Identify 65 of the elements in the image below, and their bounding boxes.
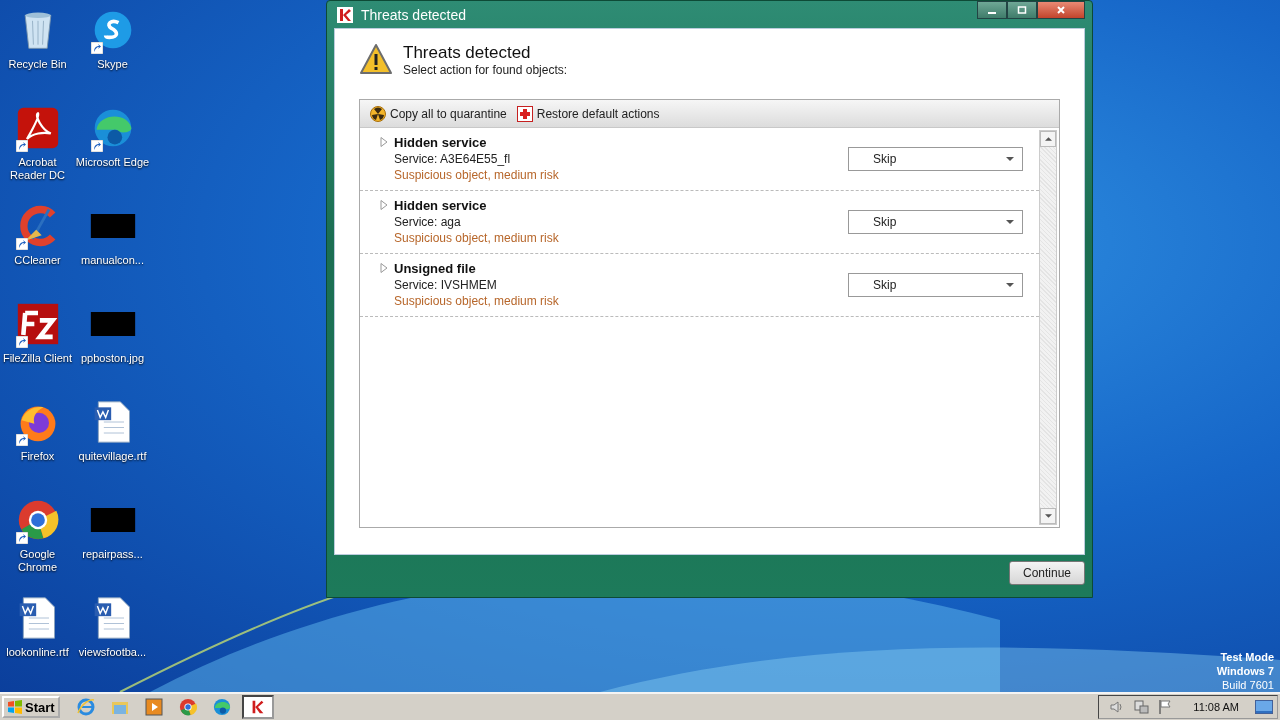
scroll-up-icon [1044, 137, 1052, 141]
action-dropdown[interactable]: Skip [848, 147, 1023, 171]
icon-label: Firefox [20, 450, 55, 463]
caret-icon [1006, 283, 1014, 287]
quarantine-button[interactable]: Copy all to quarantine [370, 105, 507, 122]
play-icon [143, 697, 164, 717]
radiation-icon [370, 105, 386, 122]
icon-label: CCleaner [14, 254, 61, 267]
dialog-heading: Threats detected [403, 43, 532, 63]
chrome-icon [178, 698, 197, 716]
app-logo-icon [337, 6, 353, 23]
warning-icon [359, 43, 393, 77]
icon-label: ppboston.jpg [81, 352, 144, 365]
caret-icon [1006, 157, 1014, 161]
start-button[interactable]: Start [2, 696, 60, 718]
dialog-subtitle: Select action for found objects: [403, 63, 568, 77]
risk-text: Suspicious object, medium risk [394, 293, 560, 309]
browser-e-icon [75, 697, 96, 717]
clock[interactable]: 11:08 AM [1193, 701, 1239, 713]
plus-icon [516, 105, 533, 122]
expand-icon[interactable] [380, 263, 388, 273]
restore-button[interactable]: Restore default actions [516, 105, 660, 122]
icon-label: FileZilla Client [2, 352, 73, 365]
icon-label: Microsoft Edge [75, 156, 150, 169]
network-icon[interactable] [1133, 699, 1150, 715]
edge-icon [212, 698, 231, 716]
os-version-text: Windows 7 [1216, 664, 1274, 678]
threat-name: Unsigned file [394, 261, 477, 277]
action-dropdown[interactable]: Skip [848, 273, 1023, 297]
minimize-button[interactable] [977, 1, 1007, 19]
threat-name: Hidden service [394, 198, 488, 214]
service-name: Service: IVSHMEM [394, 277, 498, 293]
continue-button[interactable]: Continue [1009, 561, 1085, 585]
window-title: Threats detected [361, 6, 468, 23]
icon-label: Skype [97, 58, 128, 71]
close-icon [1056, 5, 1066, 15]
flag-icon[interactable] [1157, 699, 1174, 715]
risk-text: Suspicious object, medium risk [394, 167, 560, 183]
icon-label: manualcon... [81, 254, 144, 267]
icon-label: repairpass... [82, 548, 143, 561]
threat-name: Hidden service [394, 135, 488, 151]
icon-label: Google Chrome [16, 548, 59, 574]
icon-label: quitevillage.rtf [78, 450, 147, 463]
risk-text: Suspicious object, medium risk [394, 230, 560, 246]
maximize-button[interactable] [1007, 1, 1037, 19]
close-button[interactable] [1037, 1, 1085, 19]
windows-logo-icon [7, 699, 23, 715]
test-mode-text: Test Mode [1220, 650, 1274, 664]
scroll-down-icon [1044, 514, 1052, 518]
action-dropdown[interactable]: Skip [848, 210, 1023, 234]
caret-icon [1006, 220, 1014, 224]
taskbar-app-button[interactable] [241, 695, 274, 719]
build-text: Build 7601 [1222, 678, 1274, 692]
icon-label: lookonline.rtf [6, 646, 69, 659]
service-name: Service: A3E64E55_fl [394, 151, 512, 167]
service-name: Service: aga [394, 214, 462, 230]
icon-label: viewsfootba... [78, 646, 147, 659]
icon-label: Acrobat Reader DC [9, 156, 66, 182]
expand-icon[interactable] [380, 200, 388, 210]
maximize-icon [1017, 5, 1027, 15]
show-desktop-icon[interactable] [1255, 700, 1273, 714]
scrollbar[interactable] [1039, 130, 1057, 525]
minimize-icon [988, 12, 996, 14]
icon-label: Recycle Bin [8, 58, 67, 71]
expand-icon[interactable] [380, 137, 388, 147]
